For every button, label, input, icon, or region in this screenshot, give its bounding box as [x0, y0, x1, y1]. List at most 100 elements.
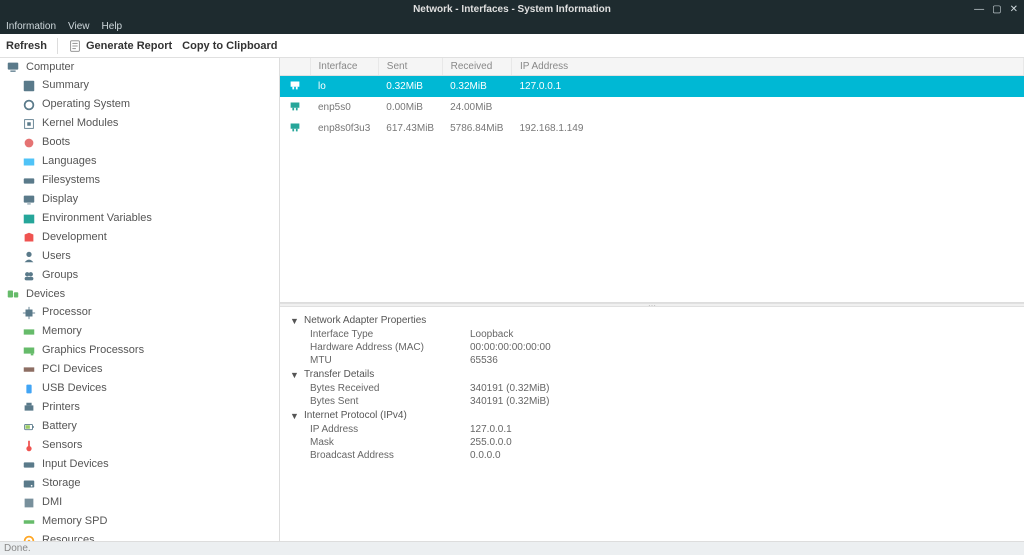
network-interface-icon — [288, 99, 302, 113]
detail-value: Loopback — [470, 329, 513, 340]
detail-row: Mask255.0.0.0 — [290, 436, 1014, 449]
sidebar-item-label: Processor — [42, 305, 92, 320]
detail-group-header[interactable]: ▼ Internet Protocol (IPv4) — [290, 408, 1014, 423]
sidebar-item-label: Environment Variables — [42, 211, 152, 226]
sidebar-item-graphics-processors[interactable]: Graphics Processors — [0, 341, 279, 360]
sidebar-group-header[interactable]: Computer — [0, 58, 279, 76]
detail-group-title: Internet Protocol (IPv4) — [304, 410, 407, 421]
detail-group-header[interactable]: ▼Network Adapter Properties — [290, 313, 1014, 328]
sidebar-item-storage[interactable]: Storage — [0, 474, 279, 493]
cell-interface: enp5s0 — [310, 97, 378, 118]
detail-key: Bytes Received — [310, 383, 470, 394]
interface-table[interactable]: InterfaceSentReceivedIP Address lo 0.32M… — [280, 58, 1024, 139]
memory-icon — [22, 325, 36, 339]
sidebar-item-pci-devices[interactable]: PCI Devices — [0, 360, 279, 379]
table-header[interactable]: Received — [442, 58, 511, 76]
spd-icon — [22, 515, 36, 529]
sidebar-item-display[interactable]: Display — [0, 190, 279, 209]
dmi-icon — [22, 496, 36, 510]
sidebar-item-languages[interactable]: Languages — [0, 152, 279, 171]
titlebar: Network - Interfaces - System Informatio… — [0, 0, 1024, 18]
sidebar-item-label: Printers — [42, 400, 80, 415]
sidebar-item-resources[interactable]: Resources — [0, 531, 279, 541]
cell-ip: 127.0.0.1 — [511, 76, 1023, 98]
table-row[interactable]: lo 0.32MiB 0.32MiB 127.0.0.1 — [280, 76, 1024, 98]
table-row[interactable]: enp5s0 0.00MiB 24.00MiB — [280, 97, 1024, 118]
detail-value: 127.0.0.1 — [470, 424, 512, 435]
sidebar-item-label: Resources — [42, 533, 95, 541]
cell-received: 24.00MiB — [442, 97, 511, 118]
sidebar-item-label: Graphics Processors — [42, 343, 144, 358]
refresh-button[interactable]: Refresh — [6, 40, 47, 52]
sidebar-item-input-devices[interactable]: Input Devices — [0, 455, 279, 474]
table-header[interactable]: Sent — [378, 58, 442, 76]
network-interface-icon — [288, 78, 302, 92]
generate-report-button[interactable]: Generate Report — [68, 39, 172, 53]
sidebar-item-dmi[interactable]: DMI — [0, 493, 279, 512]
battery-icon — [22, 420, 36, 434]
sidebar-item-operating-system[interactable]: Operating System — [0, 95, 279, 114]
table-header[interactable]: IP Address — [511, 58, 1023, 76]
sidebar-item-label: Battery — [42, 419, 77, 434]
sidebar-item-boots[interactable]: Boots — [0, 133, 279, 152]
detail-value: 340191 (0.32MiB) — [470, 383, 550, 394]
processor-icon — [22, 306, 36, 320]
sidebar-item-memory-spd[interactable]: Memory SPD — [0, 512, 279, 531]
sidebar-item-label: Summary — [42, 78, 89, 93]
detail-key: Hardware Address (MAC) — [310, 342, 470, 353]
cell-interface: lo — [310, 76, 378, 98]
detail-value: 340191 (0.32MiB) — [470, 396, 550, 407]
sidebar-item-processor[interactable]: Processor — [0, 303, 279, 322]
menu-view[interactable]: View — [68, 21, 90, 32]
copy-clipboard-label: Copy to Clipboard — [182, 40, 277, 52]
sidebar-group-header[interactable]: Devices — [0, 285, 279, 303]
status-text: Done. — [4, 543, 31, 554]
sidebar-item-label: Sensors — [42, 438, 82, 453]
cell-sent: 0.32MiB — [378, 76, 442, 98]
sidebar[interactable]: Computer Summary Operating SystemKernel Mo… — [0, 58, 280, 541]
sidebar-item-users[interactable]: Users — [0, 247, 279, 266]
summary-icon — [22, 79, 36, 93]
sidebar-item-label: DMI — [42, 495, 62, 510]
sidebar-group-label: Computer — [26, 61, 74, 73]
disclosure-icon: ▼ — [290, 411, 300, 421]
groups-icon — [22, 269, 36, 283]
main: Computer Summary Operating SystemKernel Mo… — [0, 58, 1024, 541]
copy-clipboard-button[interactable]: Copy to Clipboard — [182, 40, 277, 52]
sidebar-item-filesystems[interactable]: Filesystems — [0, 171, 279, 190]
cell-received: 0.32MiB — [442, 76, 511, 98]
sidebar-item-usb-devices[interactable]: USB Devices — [0, 379, 279, 398]
content: InterfaceSentReceivedIP Address lo 0.32M… — [280, 58, 1024, 541]
storage-icon — [22, 477, 36, 491]
computer-icon — [6, 60, 20, 74]
sidebar-item-summary[interactable]: Summary — [0, 76, 279, 95]
detail-area: ▼Network Adapter PropertiesInterface Typ… — [280, 307, 1024, 541]
usb-icon — [22, 382, 36, 396]
sidebar-item-label: Storage — [42, 476, 81, 491]
sidebar-item-sensors[interactable]: Sensors — [0, 436, 279, 455]
report-icon — [68, 39, 82, 53]
detail-group-header[interactable]: ▼Transfer Details — [290, 367, 1014, 382]
disclosure-icon: ▼ — [290, 316, 300, 326]
sidebar-item-battery[interactable]: Battery — [0, 417, 279, 436]
detail-value: 255.0.0.0 — [470, 437, 512, 448]
menu-help[interactable]: Help — [102, 21, 123, 32]
sidebar-item-label: Boots — [42, 135, 70, 150]
sidebar-item-development[interactable]: Development — [0, 228, 279, 247]
sidebar-item-memory[interactable]: Memory — [0, 322, 279, 341]
sidebar-item-groups[interactable]: Groups — [0, 266, 279, 285]
sidebar-item-printers[interactable]: Printers — [0, 398, 279, 417]
cell-received: 5786.84MiB — [442, 118, 511, 139]
detail-group-title: Transfer Details — [304, 369, 374, 380]
menu-information[interactable]: Information — [6, 21, 56, 32]
interface-table-area: InterfaceSentReceivedIP Address lo 0.32M… — [280, 58, 1024, 303]
sidebar-item-label: Display — [42, 192, 78, 207]
sidebar-item-label: USB Devices — [42, 381, 107, 396]
table-header[interactable]: Interface — [310, 58, 378, 76]
table-row[interactable]: enp8s0f3u3 617.43MiB 5786.84MiB 192.168.… — [280, 118, 1024, 139]
detail-value: 65536 — [470, 355, 498, 366]
sidebar-item-kernel-modules[interactable]: Kernel Modules — [0, 114, 279, 133]
sidebar-item-label: Filesystems — [42, 173, 100, 188]
sidebar-item-environment-variables[interactable]: Environment Variables — [0, 209, 279, 228]
detail-row: Interface TypeLoopback — [290, 328, 1014, 341]
